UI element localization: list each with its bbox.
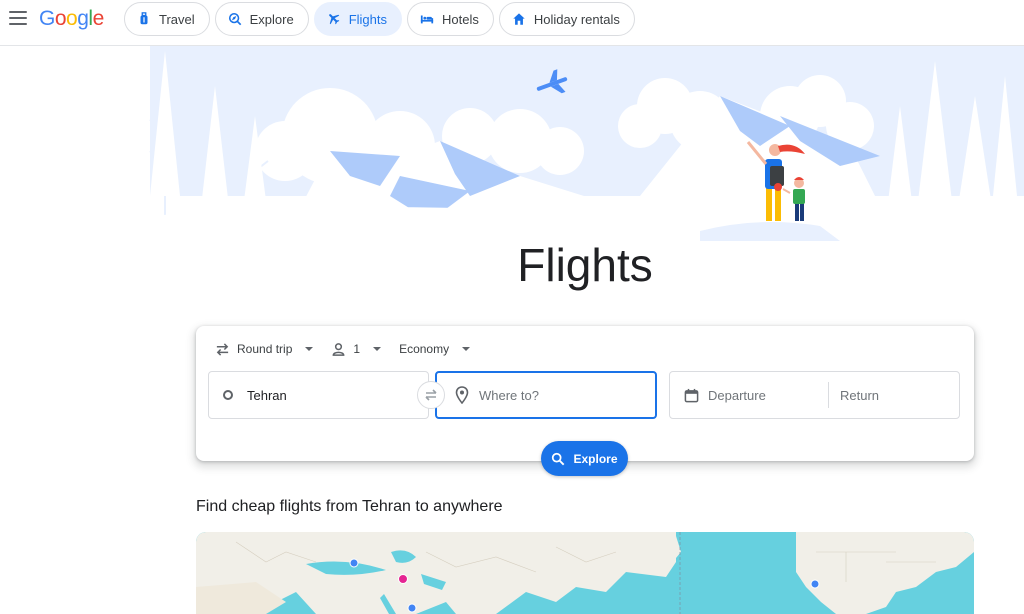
location-pin-icon [455,386,469,404]
explore-button[interactable]: Explore [541,441,628,476]
page-title: Flights [517,239,653,291]
swap-origin-destination-button[interactable] [417,381,445,409]
origin-circle-icon [223,390,233,400]
tab-label: Flights [348,11,388,27]
passengers-select[interactable]: 1 [331,342,382,357]
airplane-icon [328,14,340,25]
tab-label: Explore [249,11,294,27]
tab-flights[interactable]: Flights [313,2,403,36]
tab-hotels[interactable]: Hotels [407,2,494,36]
section-title: Find cheap flights from Tehran to anywhe… [196,498,503,515]
passengers-count: 1 [353,342,361,356]
tab-label: Travel [159,11,195,27]
tab-label: Holiday rentals [533,11,620,27]
trip-type-select[interactable]: Round trip [215,342,314,357]
calendar-icon [684,388,699,402]
hero-illustration [0,46,1024,246]
origin-value: Tehran [247,387,287,403]
return-date-input[interactable]: Return [829,372,879,418]
chevron-down-icon [462,347,471,351]
destinations-map[interactable] [196,532,974,614]
cabin-class-select[interactable]: Economy [399,342,471,356]
bed-icon [420,15,434,24]
product-tabs: Travel Explore Flights Hotels Holiday re… [124,2,635,36]
date-range-field: Departure Return [669,371,960,419]
chevron-down-icon [305,347,314,351]
top-bar: Google Travel Explore Flights Hotels Hol… [0,0,1024,46]
luggage-icon [140,12,148,25]
departure-placeholder: Departure [708,387,766,403]
google-logo[interactable]: Google [39,7,104,31]
swap-icon [425,389,437,401]
explore-icon [228,12,241,26]
search-icon [552,452,565,465]
search-options: Round trip 1 Economy [215,340,471,358]
swap-arrows-icon [216,342,229,356]
destination-placeholder: Where to? [479,387,539,403]
cabin-class-label: Economy [399,342,450,356]
tab-label: Hotels [442,11,479,27]
origin-field[interactable]: Tehran [208,371,429,419]
chevron-down-icon [373,347,382,351]
return-placeholder: Return [840,387,880,403]
departure-date-input[interactable]: Departure [670,372,828,418]
trip-type-label: Round trip [237,342,293,356]
explore-label: Explore [573,451,618,466]
flight-search-form: Round trip 1 Economy Tehran Where to? De… [196,326,974,476]
person-icon [332,342,345,356]
house-icon [513,13,525,25]
tab-travel[interactable]: Travel [124,2,210,36]
world-map-graphic [196,532,974,614]
tab-explore[interactable]: Explore [214,2,309,36]
destination-field[interactable]: Where to? [435,371,657,419]
tab-holiday-rentals[interactable]: Holiday rentals [498,2,635,36]
main-menu-icon[interactable] [9,11,27,25]
